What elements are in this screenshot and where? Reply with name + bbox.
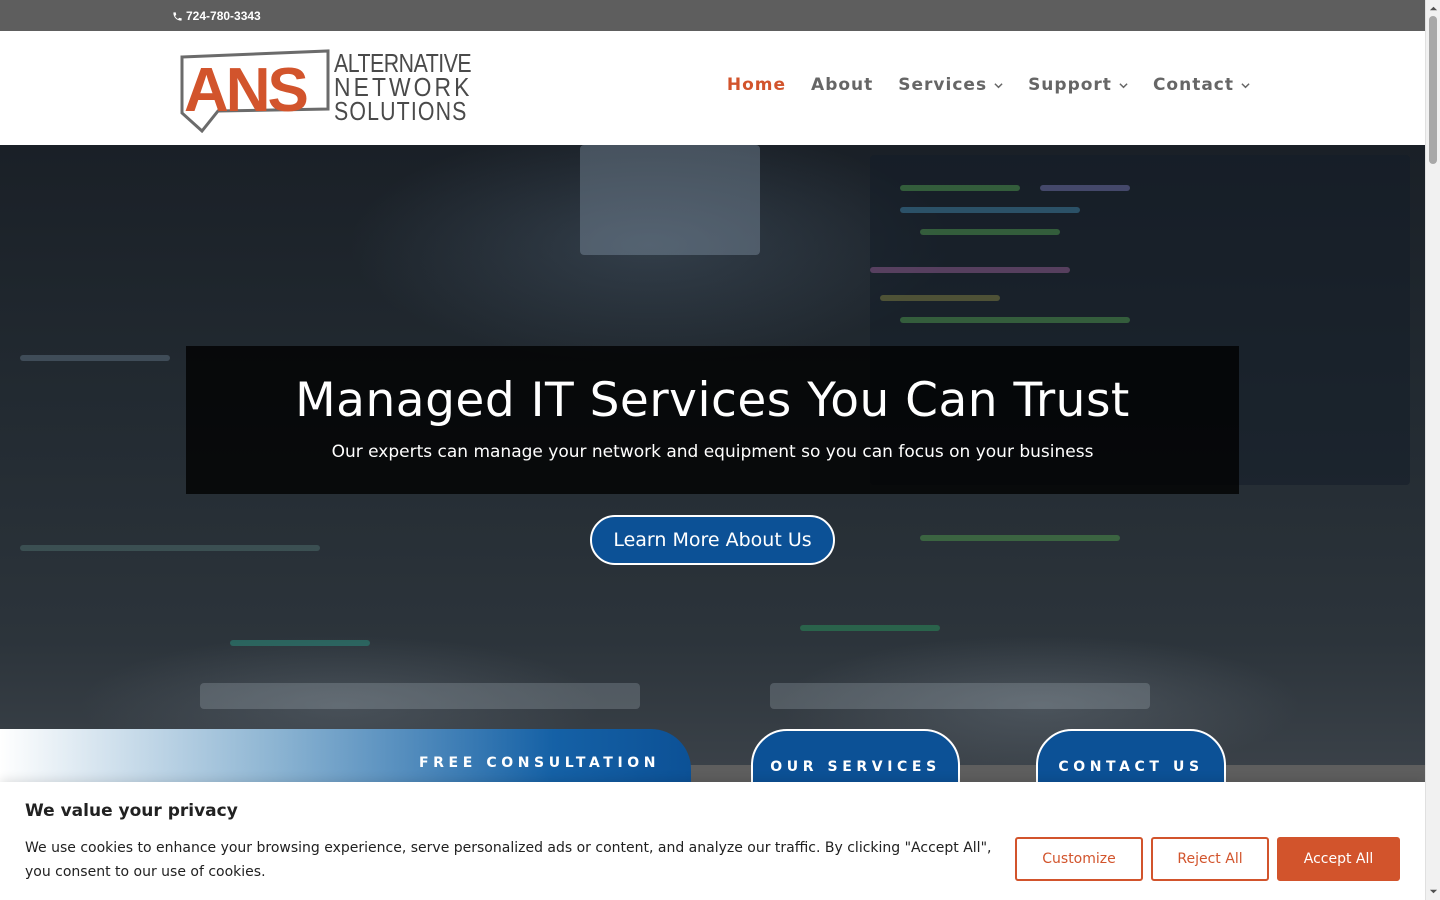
code-line	[870, 267, 1070, 273]
page-scrollbar[interactable]	[1425, 0, 1440, 900]
reject-all-button[interactable]: Reject All	[1151, 837, 1269, 881]
code-line	[900, 207, 1080, 213]
nav-label: Contact	[1152, 75, 1234, 95]
chevron-down-icon	[994, 82, 1003, 88]
scroll-down-arrow-icon[interactable]	[1429, 887, 1438, 896]
nav-label: Home	[726, 75, 787, 95]
code-line	[880, 295, 1000, 301]
nav-item-services[interactable]: Services	[898, 75, 1003, 95]
code-line	[920, 535, 1120, 541]
nav-label: About	[811, 75, 874, 95]
top-bar: 724-780-3343	[0, 0, 1425, 31]
accept-all-button[interactable]: Accept All	[1277, 837, 1400, 881]
nav-item-contact[interactable]: Contact	[1153, 75, 1250, 95]
code-line	[900, 185, 1020, 191]
scroll-thumb[interactable]	[1429, 16, 1437, 164]
logo-mark-text: ANS	[184, 56, 307, 125]
code-line	[20, 355, 170, 361]
code-line	[20, 545, 320, 551]
cookie-title: We value your privacy	[25, 801, 238, 821]
site-logo[interactable]: ANS ALTERNATIVE NETWORK SOLUTIONS	[178, 49, 472, 133]
hero-text-box: Managed IT Services You Can Trust Our ex…	[186, 346, 1239, 494]
phone-link[interactable]: 724-780-3343	[172, 8, 261, 24]
nav-item-home[interactable]: Home	[727, 75, 786, 95]
free-consultation-label: FREE CONSULTATION	[419, 755, 661, 771]
nav-label: Services	[898, 75, 988, 95]
hero-background-dock	[770, 683, 1150, 709]
hero-section: Managed IT Services You Can Trust Our ex…	[0, 145, 1425, 765]
scroll-up-arrow-icon[interactable]	[1429, 4, 1438, 13]
phone-icon	[173, 11, 182, 21]
site-header: ANS ALTERNATIVE NETWORK SOLUTIONS Home A…	[0, 31, 1425, 145]
code-line	[800, 625, 940, 631]
code-line	[920, 229, 1060, 235]
logo-wordmark: ALTERNATIVE NETWORK SOLUTIONS	[334, 50, 472, 126]
code-line	[1040, 185, 1130, 191]
nav-item-support[interactable]: Support	[1028, 75, 1128, 95]
hero-subtitle: Our experts can manage your network and …	[331, 442, 1094, 462]
main-nav: Home About Services Support Contact	[702, 75, 1250, 95]
hero-background-screen	[580, 145, 760, 255]
cookie-text: We use cookies to enhance your browsing …	[25, 840, 992, 880]
nav-item-about[interactable]: About	[811, 75, 873, 95]
chevron-down-icon	[1119, 82, 1128, 88]
code-line	[900, 317, 1130, 323]
nav-label: Support	[1028, 75, 1112, 95]
customize-button[interactable]: Customize	[1015, 837, 1143, 881]
ans-logo-mark: ANS	[180, 49, 330, 133]
learn-more-button[interactable]: Learn More About Us	[590, 515, 835, 565]
phone-number: 724-780-3343	[186, 9, 261, 23]
chevron-down-icon	[1241, 82, 1250, 88]
hero-title: Managed IT Services You Can Trust	[295, 373, 1130, 428]
logo-line-3: SOLUTIONS	[334, 96, 468, 126]
cookie-banner: We value your privacy We use cookies to …	[0, 782, 1425, 900]
code-line	[230, 640, 370, 646]
hero-background-dock	[200, 683, 640, 709]
